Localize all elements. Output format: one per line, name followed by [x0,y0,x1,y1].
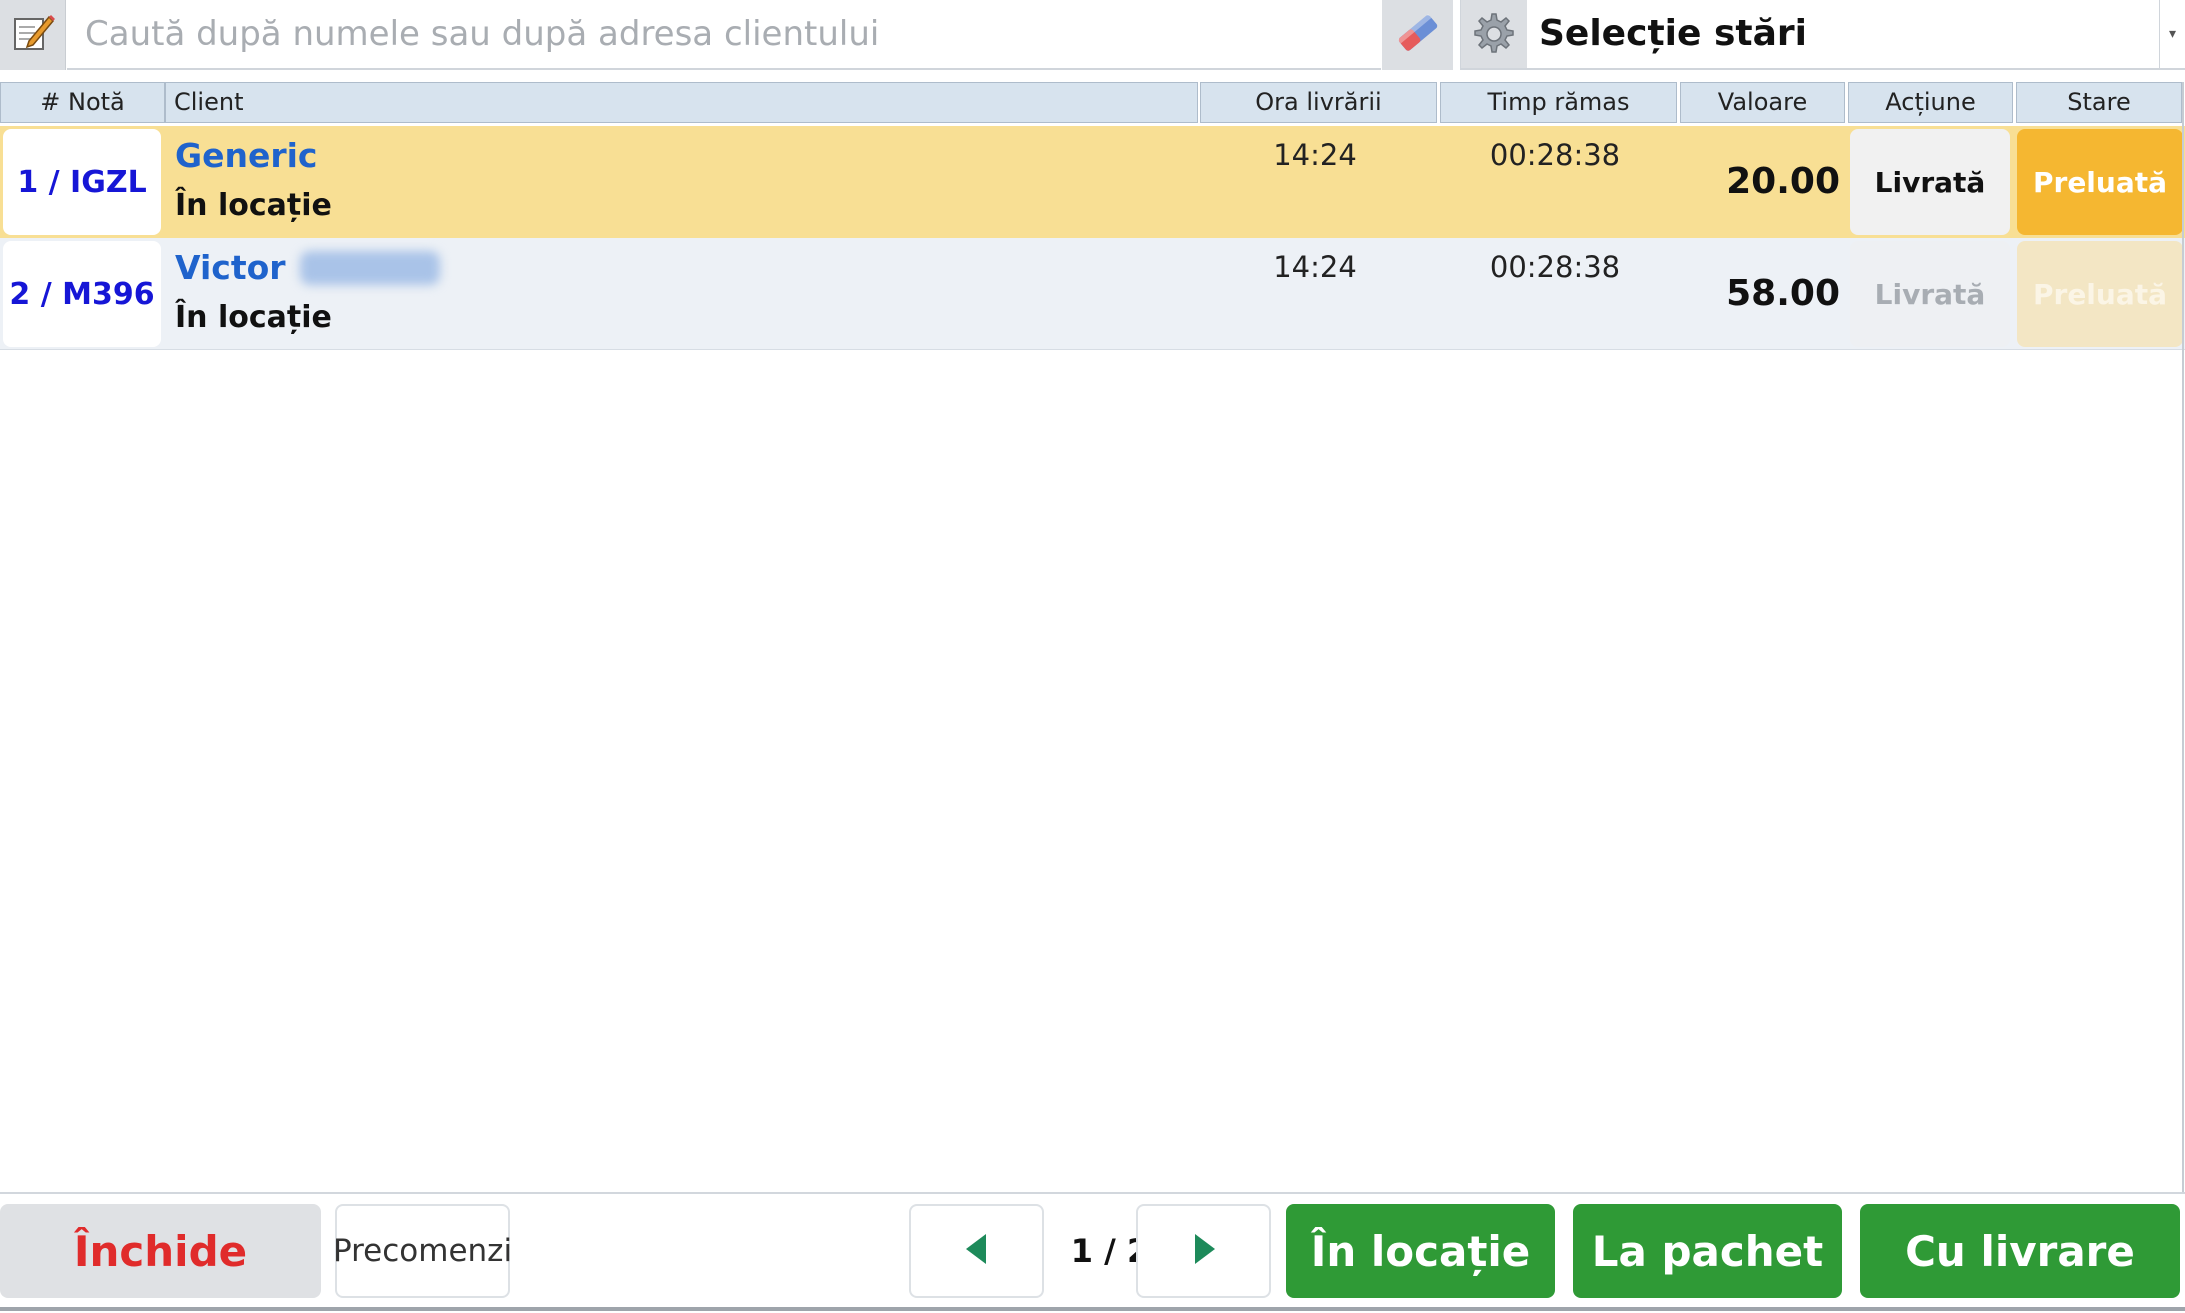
column-header-valoare[interactable]: Valoare [1680,82,1845,123]
new-delivery-order-button[interactable]: Cu livrare [1860,1204,2180,1298]
status-button[interactable]: Preluată [2017,129,2183,235]
column-header-stare[interactable]: Stare [2016,82,2182,123]
column-header-timp[interactable]: Timp rămas [1440,82,1677,123]
chevron-down-icon[interactable]: ▾ [2159,0,2185,68]
table-row[interactable]: 1 / IGZL Generic În locație 14:24 00:28:… [0,126,2185,238]
clear-search-button[interactable] [1382,0,1453,70]
eraser-icon [1392,11,1444,59]
previous-page-button[interactable] [909,1204,1044,1298]
order-value: 58.00 [1726,273,1840,314]
column-header-nota[interactable]: # Notă [0,82,165,123]
client-order-type: În locație [175,300,332,335]
redacted-surname [299,250,440,285]
time-remaining: 00:28:38 [1489,250,1621,284]
toolbar: Selecție stări ▾ [0,0,2185,73]
footer-divider [0,1192,2185,1194]
table-right-border [2182,82,2184,1192]
window-bottom-edge [0,1307,2185,1311]
column-header-client[interactable]: Client [165,82,1198,123]
delivered-action-button[interactable]: Livrată [1850,241,2010,347]
delivery-time: 14:24 [1273,138,1357,172]
client-name: Generic [175,136,318,175]
order-value: 20.00 [1726,161,1840,202]
new-in-location-order-button[interactable]: În locație [1286,1204,1555,1298]
preorders-button[interactable]: Precomenzi [333,1204,512,1298]
client-name: Victor [175,248,440,287]
status-filter-select[interactable]: Selecție stări ▾ [1460,0,2185,70]
order-number[interactable]: 1 / IGZL [3,129,161,235]
pencil-edit-icon [11,11,55,59]
arrow-left-icon [962,1232,992,1270]
search-input[interactable] [67,0,1381,70]
next-page-button[interactable] [1136,1204,1271,1298]
edit-button[interactable] [0,0,66,70]
delivery-time: 14:24 [1273,250,1357,284]
client-name-text: Victor [175,248,286,287]
new-takeaway-order-button[interactable]: La pachet [1573,1204,1842,1298]
time-remaining: 00:28:38 [1489,138,1621,172]
footer: Închide Precomenzi 1 / 2 În locație La p… [0,1196,2185,1313]
arrow-right-icon [1189,1232,1219,1270]
close-button[interactable]: Închide [0,1204,321,1298]
client-order-type: În locație [175,188,332,223]
status-button[interactable]: Preluată [2017,241,2183,347]
status-filter-label: Selecție stări [1539,13,1807,54]
order-number[interactable]: 2 / M396 [3,241,161,347]
table-header: # Notă Client Ora livrării Timp rămas Va… [0,82,2185,123]
table-row[interactable]: 2 / M396 Victor În locație 14:24 00:28:3… [0,238,2185,350]
column-header-ora[interactable]: Ora livrării [1200,82,1437,123]
column-header-actiune[interactable]: Acțiune [1848,82,2013,123]
gear-icon [1461,0,1527,68]
client-name-text: Generic [175,136,318,175]
delivered-action-button[interactable]: Livrată [1850,129,2010,235]
